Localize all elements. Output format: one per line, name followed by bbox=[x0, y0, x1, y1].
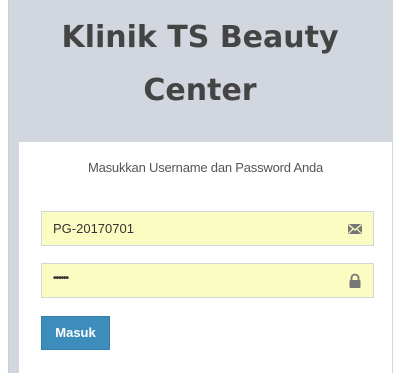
password-input[interactable]: •••••• bbox=[53, 273, 69, 284]
login-instruction: Masukkan Username dan Password Anda bbox=[87, 160, 324, 175]
login-button[interactable]: Masuk bbox=[41, 316, 110, 350]
clinic-title-line1: Klinik TS Beauty bbox=[61, 20, 339, 55]
username-input[interactable] bbox=[42, 212, 343, 245]
lock-icon bbox=[349, 273, 361, 288]
clinic-title-line2: Center bbox=[143, 73, 257, 108]
envelope-icon bbox=[348, 223, 362, 234]
username-field[interactable] bbox=[41, 211, 374, 246]
login-box: Masukkan Username dan Password Anda ••••… bbox=[19, 142, 392, 373]
clinic-title: Klinik TS Beauty Center bbox=[8, 0, 392, 140]
password-field[interactable]: •••••• bbox=[41, 263, 374, 298]
